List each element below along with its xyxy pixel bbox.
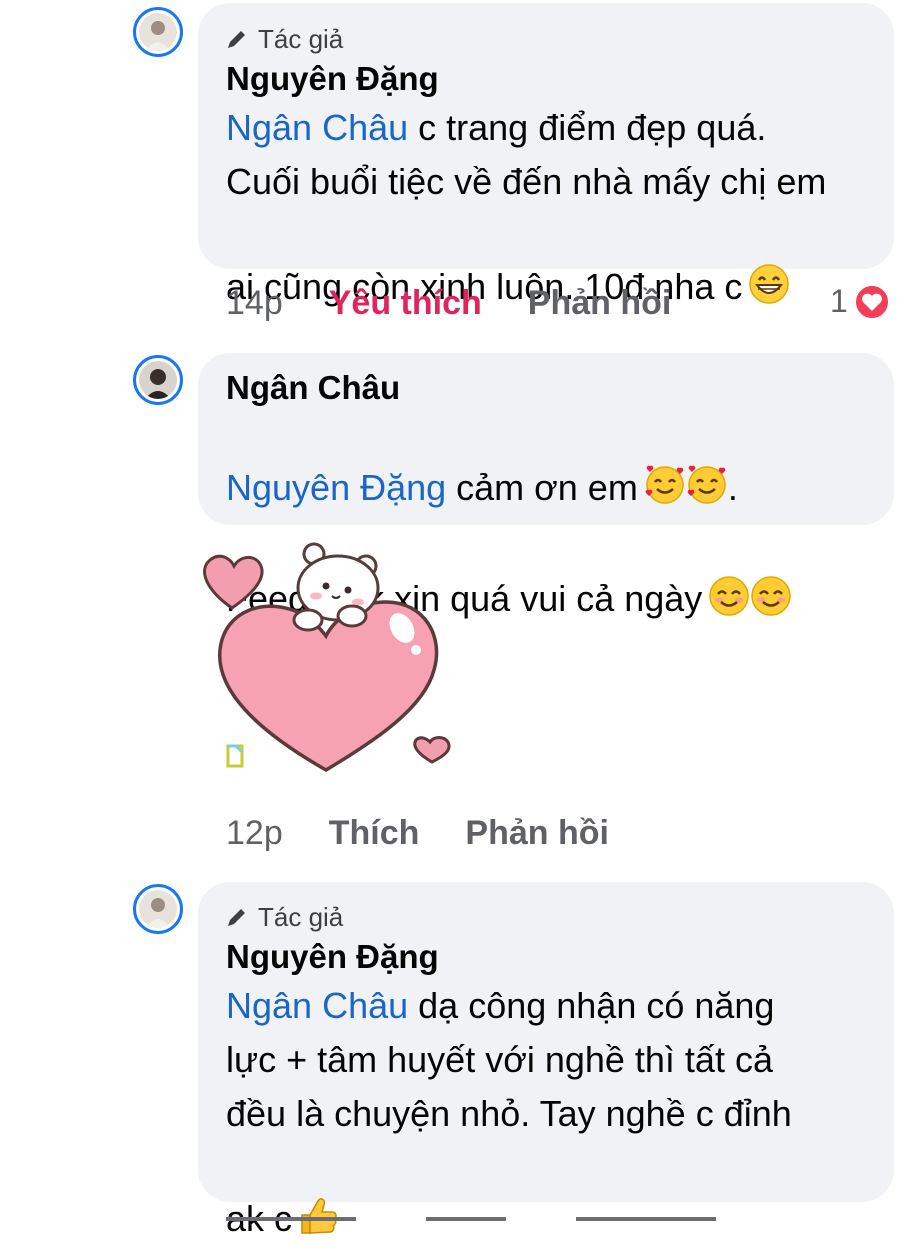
timestamp[interactable]: 14p bbox=[226, 284, 283, 323]
thumbs-up-icon bbox=[298, 1141, 338, 1252]
comment-text-line: dạ công nhận có năng bbox=[408, 985, 775, 1026]
comment-text-line: c trang điểm đẹp quá. bbox=[408, 107, 767, 148]
like-button[interactable]: Yêu thích bbox=[329, 284, 482, 323]
heart-reaction-icon bbox=[853, 283, 890, 320]
pencil-icon bbox=[228, 31, 245, 48]
smiling-face-with-hearts-icon bbox=[686, 410, 728, 521]
smiling-face-icon bbox=[708, 521, 750, 632]
badge-label: Tác giả bbox=[258, 23, 344, 54]
bear-heart-sticker[interactable] bbox=[196, 540, 458, 780]
reaction-count-value: 1 bbox=[830, 283, 848, 319]
author-name[interactable]: Nguyên Đặng bbox=[226, 935, 894, 979]
reaction-count[interactable]: 1 bbox=[830, 283, 890, 320]
avatar[interactable] bbox=[133, 355, 183, 405]
badge-label: Tác giả bbox=[258, 901, 344, 932]
like-button[interactable]: Thích bbox=[329, 814, 420, 853]
author-badge: Tác giả bbox=[226, 21, 894, 57]
smiling-face-with-hearts-icon bbox=[644, 410, 686, 521]
avatar[interactable] bbox=[133, 7, 183, 57]
smiling-face-icon bbox=[750, 521, 792, 632]
author-name[interactable]: Nguyên Đặng bbox=[226, 57, 894, 101]
avatar[interactable] bbox=[133, 884, 183, 934]
mention-link[interactable]: Nguyên Đặng bbox=[226, 467, 446, 508]
comment-bubble: Tác giả Nguyên Đặng Ngân Châu c trang đi… bbox=[198, 3, 894, 307]
grinning-face-icon bbox=[748, 209, 790, 320]
comment-bubble: Tác giả Nguyên Đặng Ngân Châu dạ công nh… bbox=[198, 882, 894, 1239]
reply-button[interactable]: Phản hồi bbox=[528, 284, 672, 323]
timestamp[interactable]: 12p bbox=[226, 814, 283, 853]
author-badge: Tác giả bbox=[226, 899, 894, 935]
reply-button[interactable]: Phản hồi bbox=[465, 814, 609, 853]
pencil-icon bbox=[228, 909, 245, 926]
comment-actions: 14p Yêu thích Phản hồi bbox=[226, 284, 717, 323]
comment-actions: 12p Thích Phản hồi bbox=[226, 814, 655, 853]
comment-actions-clipped bbox=[0, 1209, 922, 1229]
author-name[interactable]: Ngân Châu bbox=[226, 366, 894, 410]
mention-link[interactable]: Ngân Châu bbox=[226, 985, 408, 1026]
comment-bubble: Ngân Châu Nguyên Đặng cảm ơn em . Feedba… bbox=[198, 353, 894, 619]
comment-text-line: cảm ơn em bbox=[446, 467, 638, 508]
comment-text-period: . bbox=[727, 467, 738, 508]
mention-link[interactable]: Ngân Châu bbox=[226, 107, 408, 148]
